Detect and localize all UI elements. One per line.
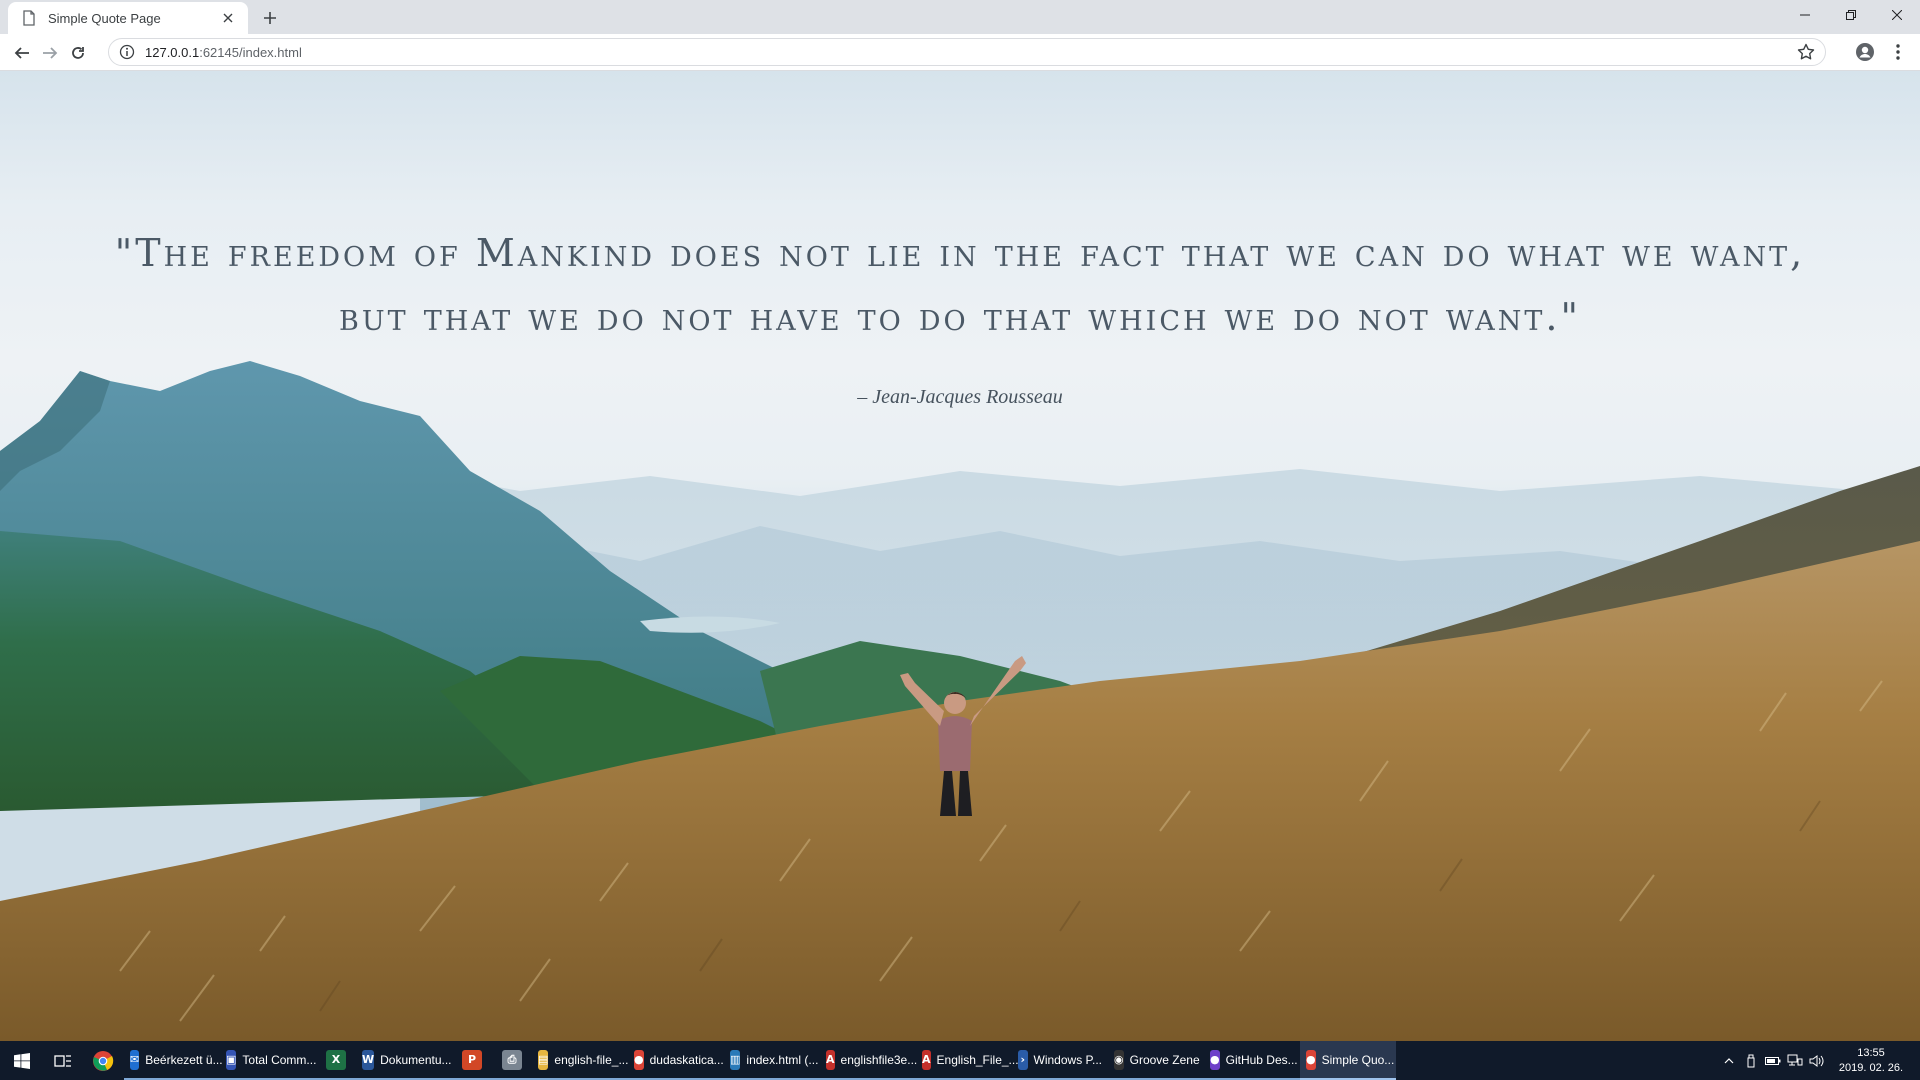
github-icon: ●: [1210, 1049, 1220, 1070]
kebab-menu-icon[interactable]: [1890, 42, 1906, 62]
windows-taskbar: ✉ Beérkezett ü... ▣ Total Comm... X W Dokument…: [0, 1041, 1920, 1080]
taskbar-app-button[interactable]: ◉ Groove Zene: [1108, 1041, 1204, 1080]
taskbar-app-button[interactable]: ▤ english-file_...: [532, 1041, 628, 1080]
floppy-icon: ▣: [226, 1049, 237, 1070]
quote-author: – Jean-Jacques Rousseau: [857, 386, 1063, 408]
browser-tab[interactable]: Simple Quote Page: [8, 2, 248, 34]
taskbar-app-label: Windows P...: [1033, 1052, 1102, 1067]
new-tab-button[interactable]: [258, 6, 282, 30]
taskbar-app-label: englishfile3e...: [840, 1052, 918, 1067]
taskbar-app-button[interactable]: ▣ Total Comm...: [220, 1041, 316, 1080]
taskbar-app-label: Groove Zene: [1129, 1052, 1200, 1067]
taskbar-app-button[interactable]: Aenglishfile3e...: [820, 1041, 918, 1080]
powershell-icon: ›: [1018, 1049, 1028, 1070]
taskbar-app-button[interactable]: X: [316, 1041, 356, 1080]
clock-time: 13:55: [1857, 1046, 1885, 1059]
back-button[interactable]: [8, 39, 36, 67]
clock-date: 2019. 02. 26.: [1838, 1061, 1904, 1074]
profile-avatar-icon[interactable]: [1855, 42, 1875, 62]
taskbar-clock[interactable]: 13:55 2019. 02. 26.: [1838, 1046, 1904, 1076]
mountain-background-image: [0, 361, 1920, 1041]
pdf-icon: A: [826, 1049, 835, 1070]
browser-toolbar: 127.0.0.1:62145/index.html: [0, 34, 1920, 71]
start-button[interactable]: [0, 1041, 44, 1080]
taskbar-app-button[interactable]: ✉ Beérkezett ü...: [124, 1041, 223, 1080]
taskbar-app-label: dudaskatica...: [649, 1052, 724, 1067]
task-view-icon: [54, 1054, 71, 1067]
word-icon: W: [362, 1049, 375, 1070]
taskbar-app-button[interactable]: P: [452, 1041, 492, 1080]
mail-icon: ✉: [130, 1049, 140, 1070]
task-view-button[interactable]: [44, 1041, 82, 1080]
back-arrow-icon: [14, 47, 29, 59]
editor-icon: ▥: [730, 1049, 741, 1070]
taskbar-app-button[interactable]: A English_File_...: [916, 1041, 1019, 1080]
chrome-pinned-button[interactable]: [82, 1041, 124, 1080]
restore-button[interactable]: [1828, 0, 1874, 30]
taskbar-app-button[interactable]: › Windows P...: [1012, 1041, 1108, 1080]
taskbar-app-button[interactable]: W Dokumentu...: [356, 1041, 452, 1080]
close-window-button[interactable]: [1874, 0, 1920, 30]
url-text[interactable]: 127.0.0.1:62145/index.html: [145, 45, 1797, 60]
taskbar-app-label: english-file_...: [554, 1052, 629, 1067]
forward-button[interactable]: [36, 39, 64, 67]
address-bar[interactable]: 127.0.0.1:62145/index.html: [108, 38, 1826, 66]
taskbar-app-label: Dokumentu...: [380, 1052, 452, 1067]
chevron-up-icon[interactable]: [1718, 1041, 1740, 1080]
taskbar-app-button[interactable]: ⎙: [492, 1041, 532, 1080]
taskbar-app-button[interactable]: ▥ index.html (...: [724, 1041, 820, 1080]
taskbar-app-button[interactable]: ● Simple Quo...: [1300, 1041, 1396, 1080]
folder-icon: ▤: [538, 1049, 549, 1070]
chrome-icon: [93, 1050, 114, 1071]
reload-button[interactable]: [64, 39, 92, 67]
page-viewport: "The freedom of Mankind does not lie in …: [0, 71, 1920, 1041]
tab-title: Simple Quote Page: [48, 10, 161, 26]
taskbar-app-button[interactable]: ● GitHub Des...: [1204, 1041, 1300, 1080]
tab-strip: Simple Quote Page: [0, 0, 1920, 34]
windows-logo-icon: [14, 1052, 30, 1069]
volume-icon[interactable]: [1806, 1041, 1828, 1080]
taskbar-app-button[interactable]: ● dudaskatica...: [628, 1041, 724, 1080]
usb-drive-icon[interactable]: [1740, 1041, 1762, 1080]
taskbar-app-list: ✉ Beérkezett ü... ▣ Total Comm... X W Dokument…: [124, 1041, 1396, 1080]
chrome-icon: ●: [1306, 1049, 1316, 1070]
groove-icon: ◉: [1114, 1049, 1124, 1070]
scanner-icon: ⎙: [502, 1049, 522, 1070]
battery-icon[interactable]: [1762, 1041, 1784, 1080]
pdf-icon: A: [922, 1049, 931, 1070]
quote-line-1: "The freedom of Mankind does not lie in …: [114, 231, 1806, 275]
info-icon[interactable]: [119, 44, 135, 60]
window-controls: [1782, 0, 1920, 30]
reload-icon: [72, 47, 84, 59]
quote-text: "The freedom of Mankind does not lie in …: [40, 221, 1880, 349]
taskbar-app-label: English_File_...: [936, 1052, 1019, 1067]
quote-line-2: but that we do not have to do that which…: [339, 295, 1581, 339]
network-icon[interactable]: [1784, 1041, 1806, 1080]
taskbar-app-label: Simple Quo...: [1321, 1052, 1395, 1067]
taskbar-app-label: GitHub Des...: [1225, 1052, 1298, 1067]
url-host: 127.0.0.1: [145, 44, 200, 60]
taskbar-app-label: Beérkezett ü...: [145, 1052, 223, 1067]
close-tab-icon[interactable]: [218, 8, 238, 28]
taskbar-app-label: Total Comm...: [242, 1052, 317, 1067]
bookmark-star-icon[interactable]: [1797, 43, 1815, 61]
excel-icon: X: [326, 1049, 346, 1070]
system-tray: 13:55 2019. 02. 26.: [1718, 1041, 1920, 1080]
chrome-icon: ●: [634, 1049, 644, 1070]
powerpoint-icon: P: [462, 1049, 482, 1070]
minimize-button[interactable]: [1782, 0, 1828, 30]
taskbar-app-label: index.html (...: [746, 1052, 819, 1067]
page-icon: [22, 10, 36, 26]
forward-arrow-icon: [43, 47, 58, 59]
url-path: :62145/index.html: [199, 44, 302, 60]
